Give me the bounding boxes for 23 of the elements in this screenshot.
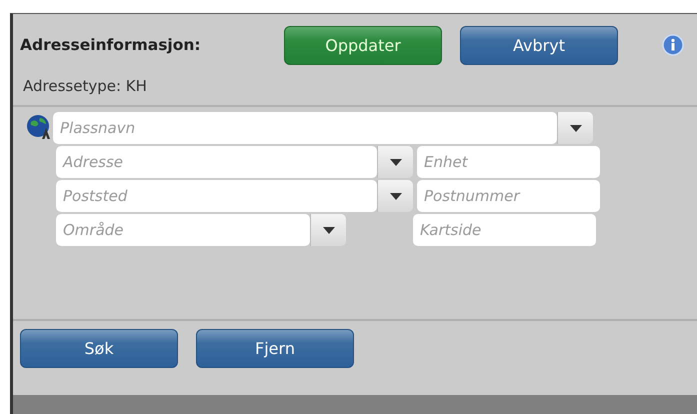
caret-icon: [390, 192, 402, 200]
dropdown-button[interactable]: [377, 146, 413, 178]
dropdown-button[interactable]: [557, 112, 593, 144]
input-field[interactable]: Adresse: [56, 146, 377, 178]
input-field[interactable]: Poststed: [56, 180, 377, 212]
dropdown-button[interactable]: [377, 180, 413, 212]
caret-icon: [390, 158, 402, 166]
address-type-label: Adressetype: KH: [13, 65, 697, 107]
cancel-button[interactable]: Avbryt: [460, 26, 618, 64]
input-field[interactable]: Enhet: [417, 146, 600, 178]
input-field[interactable]: Postnummer: [417, 180, 600, 212]
input-field[interactable]: Område: [56, 214, 310, 246]
caret-icon: [570, 124, 582, 132]
update-button[interactable]: Oppdater: [284, 26, 442, 64]
input-field[interactable]: Plassnavn: [53, 112, 557, 144]
globe-icon: [26, 114, 52, 140]
remove-button[interactable]: Fjern: [196, 329, 354, 368]
dropdown-button[interactable]: [310, 214, 346, 246]
search-button[interactable]: Søk: [20, 329, 178, 368]
section-title: Adresseinformasjon:: [20, 36, 202, 54]
info-icon[interactable]: [662, 34, 684, 56]
input-field[interactable]: Kartside: [413, 214, 596, 246]
caret-icon: [322, 226, 334, 234]
